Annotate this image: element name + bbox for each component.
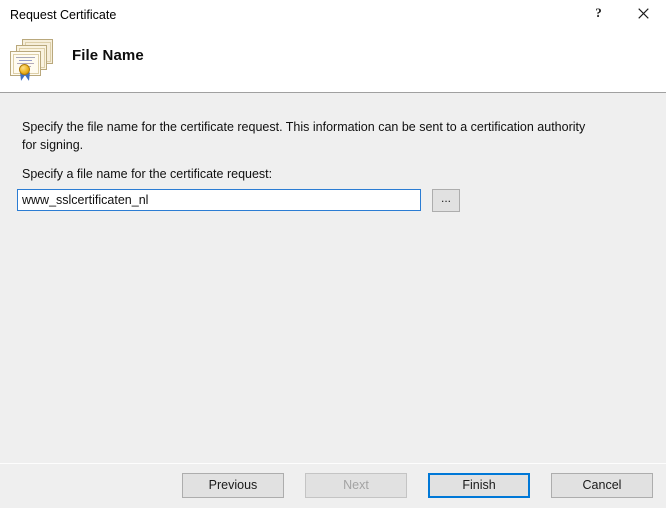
cancel-button[interactable]: Cancel bbox=[551, 473, 653, 498]
gold-seal-icon bbox=[19, 64, 30, 75]
filename-input[interactable] bbox=[17, 189, 421, 211]
filename-field-label: Specify a file name for the certificate … bbox=[22, 167, 272, 181]
title-bar: Request Certificate ? bbox=[0, 0, 666, 30]
page-title: File Name bbox=[72, 47, 144, 64]
finish-button[interactable]: Finish bbox=[428, 473, 530, 498]
request-certificate-dialog: Request Certificate ? bbox=[0, 0, 666, 508]
browse-button[interactable]: ... bbox=[432, 189, 460, 212]
filename-field-row: ... bbox=[17, 189, 460, 212]
previous-button[interactable]: Previous bbox=[182, 473, 284, 498]
window-title: Request Certificate bbox=[10, 7, 116, 23]
dialog-body: Specify the file name for the certificat… bbox=[0, 93, 666, 463]
footer-button-group: Previous Next Finish Cancel bbox=[182, 473, 653, 498]
help-button[interactable]: ? bbox=[576, 0, 621, 26]
dialog-header: File Name bbox=[0, 30, 666, 93]
dialog-footer: Previous Next Finish Cancel bbox=[0, 463, 666, 508]
close-button[interactable] bbox=[621, 0, 666, 26]
close-icon bbox=[638, 8, 649, 19]
description-text: Specify the file name for the certificat… bbox=[22, 118, 594, 154]
next-button: Next bbox=[305, 473, 407, 498]
caption-button-group: ? bbox=[576, 0, 666, 30]
certificate-stack-icon bbox=[8, 34, 56, 82]
